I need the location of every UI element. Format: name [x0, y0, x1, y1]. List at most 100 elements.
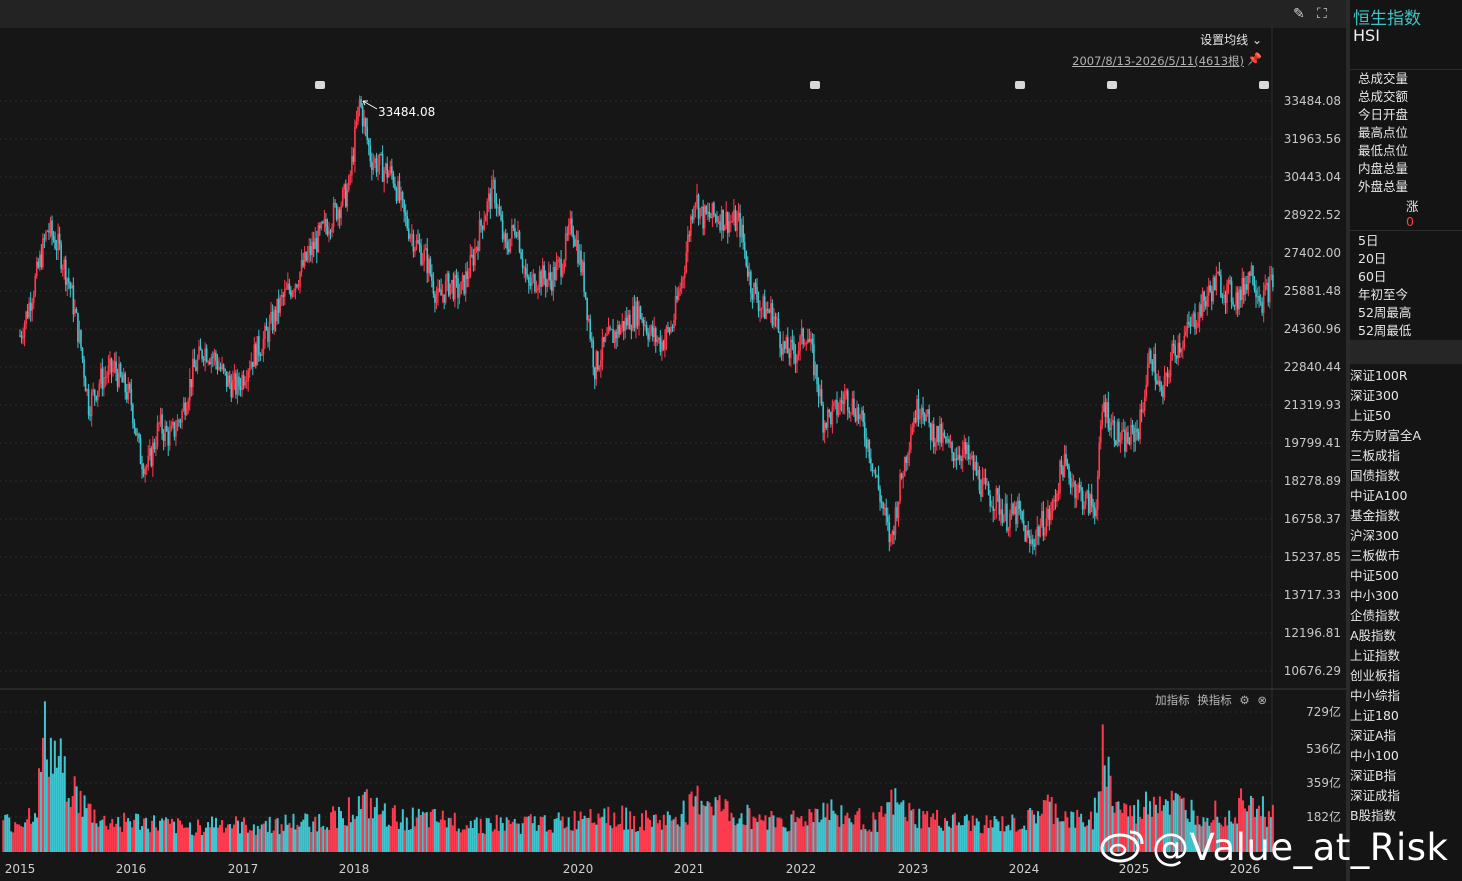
candle — [1090, 494, 1093, 506]
candle — [984, 477, 987, 484]
candle — [293, 291, 295, 293]
candle — [1027, 530, 1030, 536]
candle — [20, 335, 23, 338]
candle — [86, 389, 88, 392]
candle — [110, 358, 113, 373]
candle — [1007, 528, 1010, 531]
index-list-item[interactable]: 沪深300 — [1350, 526, 1399, 546]
volume-bar — [969, 831, 972, 852]
volume-bar — [780, 818, 783, 852]
index-list-item[interactable]: 深证300 — [1350, 386, 1399, 406]
close-icon[interactable]: ⊗ — [1257, 693, 1267, 707]
index-list-item[interactable]: 中小综指 — [1350, 686, 1400, 706]
candle — [312, 241, 315, 250]
volume-bar — [993, 816, 996, 852]
candle — [208, 361, 211, 364]
candle — [239, 386, 242, 391]
candle — [1039, 525, 1042, 537]
candle — [943, 432, 946, 437]
candle — [1113, 420, 1116, 441]
candle — [1250, 265, 1253, 276]
volume-bars — [2, 701, 1274, 852]
candle — [1119, 439, 1122, 443]
volume-bar — [1078, 816, 1081, 852]
volume-bar — [1025, 830, 1028, 852]
candle — [103, 377, 105, 389]
candle — [192, 358, 194, 388]
volume-bar — [409, 829, 412, 852]
candle — [581, 261, 584, 273]
candle — [188, 379, 191, 401]
volume-bar — [922, 811, 925, 852]
volume-bar — [768, 817, 771, 852]
candle — [1024, 525, 1027, 542]
candle — [759, 308, 761, 312]
index-list-item[interactable]: 三板做市 — [1350, 546, 1400, 566]
index-list-item[interactable]: 中证A100 — [1350, 486, 1407, 506]
candle — [1214, 277, 1216, 291]
panel-tab-bar[interactable] — [1350, 340, 1462, 364]
volume-bar — [308, 826, 311, 852]
index-list-item[interactable]: 上证180 — [1350, 706, 1399, 726]
pin-icon[interactable]: 📌 — [1247, 52, 1262, 66]
date-range-link[interactable]: 2007/8/13-2026/5/11(4613根) — [1072, 53, 1244, 69]
index-list-item[interactable]: 深证成指 — [1350, 786, 1400, 806]
candle — [1259, 301, 1262, 303]
candle — [654, 327, 657, 342]
candle — [150, 448, 153, 467]
fullscreen-icon[interactable]: ⛶ — [1317, 6, 1327, 22]
candle — [377, 165, 379, 173]
candle — [629, 314, 631, 330]
volume-bar — [619, 823, 622, 852]
volume-bar — [644, 810, 647, 852]
candle — [253, 344, 256, 367]
index-list-item[interactable]: 国债指数 — [1350, 466, 1400, 486]
candle — [558, 258, 561, 260]
index-list-item[interactable]: 深证B指 — [1350, 766, 1396, 786]
ma-setting-button[interactable]: 设置均线 ⌄ — [1200, 31, 1262, 48]
candle — [74, 308, 76, 315]
kline-chart[interactable]: 33484.08 31963.56 30443.04 28922.52 27402.00… — [0, 28, 1346, 881]
index-list-item[interactable]: 上证50 — [1350, 406, 1391, 426]
candle — [1072, 481, 1075, 484]
volume-bar — [694, 796, 697, 852]
candle — [800, 328, 803, 336]
index-list-item[interactable]: A股指数 — [1350, 626, 1396, 646]
index-list-item[interactable]: B股指数 — [1350, 806, 1396, 826]
candle — [440, 289, 442, 296]
pencil-icon[interactable]: ✎ — [1293, 6, 1305, 22]
candle — [184, 402, 186, 415]
candle — [642, 320, 645, 326]
index-list-item[interactable]: 深证100R — [1350, 366, 1408, 386]
candle — [725, 212, 728, 226]
candle — [902, 476, 904, 478]
index-list-item[interactable]: 中小100 — [1350, 746, 1399, 766]
volume-bar — [784, 827, 787, 852]
candle — [788, 353, 791, 358]
candle — [446, 273, 449, 282]
candle — [1001, 509, 1004, 523]
volume-bar — [332, 806, 335, 852]
index-list-item[interactable]: 中证500 — [1350, 566, 1399, 586]
index-list-item[interactable]: 上证指数 — [1350, 646, 1400, 666]
volume-bar — [633, 815, 636, 852]
switch-indicator-button[interactable]: 换指标 — [1197, 693, 1232, 707]
candle — [661, 341, 663, 352]
index-list-item[interactable]: 基金指数 — [1350, 506, 1400, 526]
index-list-item[interactable]: 深证A指 — [1350, 726, 1396, 746]
candle — [51, 220, 53, 236]
index-list-item[interactable]: 三板成指 — [1350, 446, 1400, 466]
volume-bar — [728, 821, 731, 852]
index-list-item[interactable]: 创业板指 — [1350, 666, 1400, 686]
index-list-item[interactable]: 企债指数 — [1350, 606, 1400, 626]
candle — [241, 375, 243, 391]
candle — [77, 312, 79, 343]
candle — [1003, 515, 1005, 523]
add-indicator-button[interactable]: 加指标 — [1155, 693, 1190, 707]
index-list-item[interactable]: 东方财富全A — [1350, 426, 1421, 446]
volume-bar — [435, 821, 438, 852]
gear-icon[interactable]: ⚙ — [1239, 693, 1249, 707]
volume-bar — [615, 826, 618, 852]
volume-bar — [517, 823, 520, 852]
index-list-item[interactable]: 中小300 — [1350, 586, 1399, 606]
